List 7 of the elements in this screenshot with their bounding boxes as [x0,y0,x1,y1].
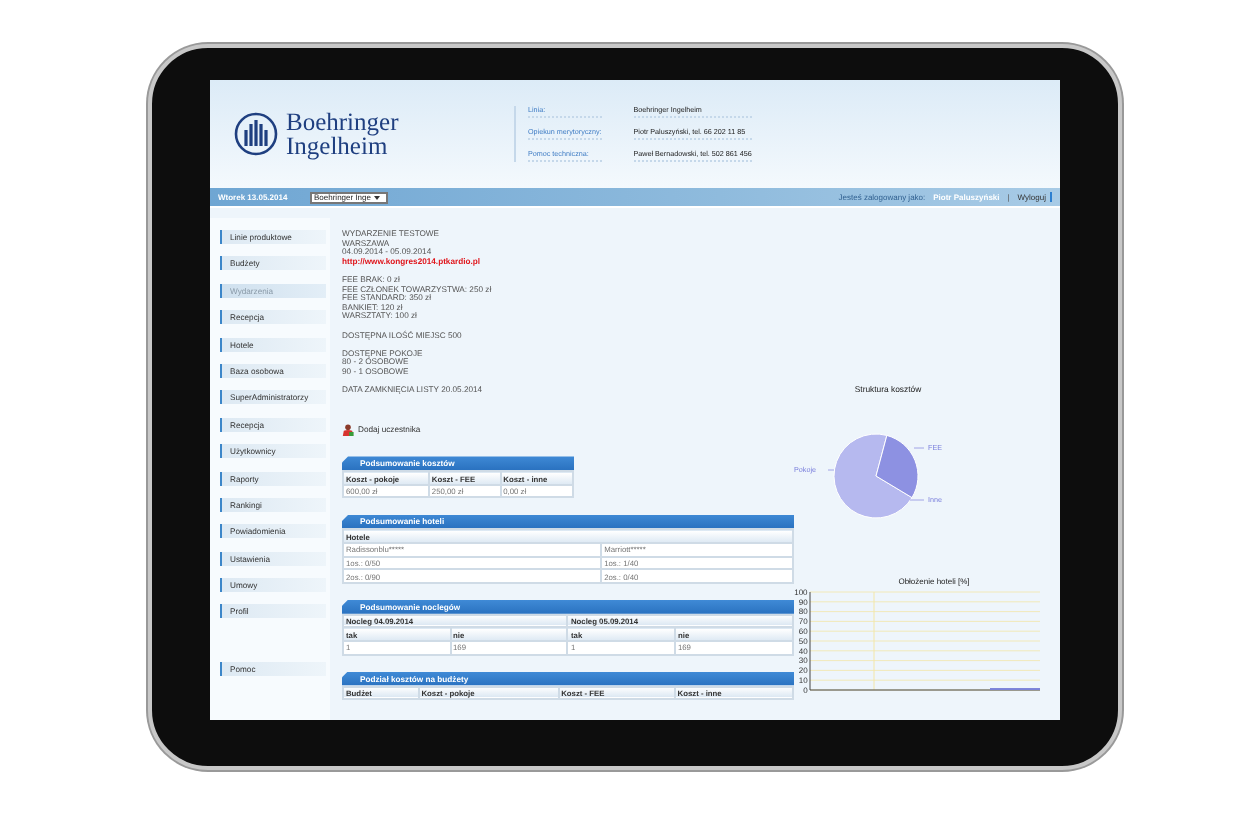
leader-line [909,499,925,501]
company-logo-text: Boehringer Ingelheim [286,110,399,158]
leader-line [913,447,925,449]
leader-line [827,469,835,471]
caret-icon [374,195,381,199]
person-add-icon [342,424,354,437]
company-logo-icon [234,112,278,156]
